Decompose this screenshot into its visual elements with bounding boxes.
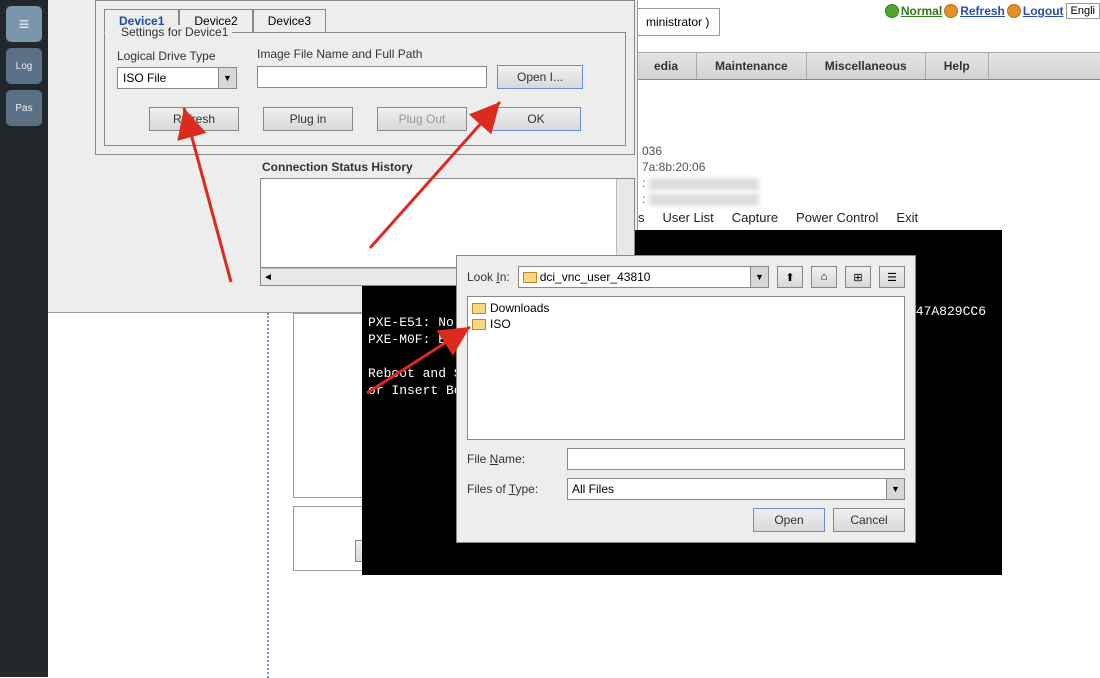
home-button[interactable]: ⌂ xyxy=(811,266,837,288)
vertical-scrollbar[interactable] xyxy=(616,179,634,267)
folder-label: ISO xyxy=(490,317,511,331)
up-folder-button[interactable]: ⬆ xyxy=(777,266,803,288)
new-folder-button[interactable]: ⊞ xyxy=(845,266,871,288)
left-sidebar: ≡ Log Pas xyxy=(0,0,48,677)
folder-icon xyxy=(472,319,486,330)
file-name-input[interactable] xyxy=(567,448,905,470)
image-path-label: Image File Name and Full Path xyxy=(257,47,613,61)
menu-media[interactable]: edia xyxy=(636,53,697,79)
folder-iso[interactable]: ISO xyxy=(472,317,900,331)
file-cancel-button[interactable]: Cancel xyxy=(833,508,905,532)
bg-panel-2 xyxy=(293,506,365,571)
open-image-button[interactable]: Open I... xyxy=(497,65,583,89)
logout-icon xyxy=(1007,4,1021,18)
file-open-dialog: Look In: dci_vnc_user_43810 ▼ ⬆ ⌂ ⊞ ☰ Do… xyxy=(456,255,916,543)
logout-link[interactable]: Logout xyxy=(1023,4,1064,18)
look-in-label: Look In: xyxy=(467,270,510,284)
secondary-menu: s User List Capture Power Control Exit xyxy=(638,210,918,225)
pas-label: Pas xyxy=(15,103,32,114)
plugin-button[interactable]: Plug in xyxy=(263,107,353,131)
bg-panel-1 xyxy=(293,313,365,498)
sec-menu-exit[interactable]: Exit xyxy=(896,210,918,225)
sec-menu-power[interactable]: Power Control xyxy=(796,210,878,225)
chevron-down-icon: ▼ xyxy=(218,68,236,88)
folder-icon xyxy=(472,303,486,314)
status-history-content xyxy=(261,179,616,267)
look-in-value: dci_vnc_user_43810 xyxy=(540,270,651,284)
administrator-box: ministrator ) xyxy=(635,8,720,36)
ok-button[interactable]: OK xyxy=(491,107,581,131)
menu-misc[interactable]: Miscellaneous xyxy=(807,53,926,79)
sidebar-icon-1[interactable]: ≡ xyxy=(6,6,42,42)
plugout-button: Plug Out xyxy=(377,107,467,131)
device-info: 036 7a:8b:20:06 : : xyxy=(642,143,759,207)
file-type-value: All Files xyxy=(572,482,614,496)
language-select[interactable]: Engli xyxy=(1066,3,1100,19)
folder-downloads[interactable]: Downloads xyxy=(472,301,900,315)
info-line2: 7a:8b:20:06 xyxy=(642,159,759,175)
header-links: Normal Refresh Logout Engli xyxy=(883,3,1100,19)
refresh-link[interactable]: Refresh xyxy=(960,4,1005,18)
list-view-button[interactable]: ☰ xyxy=(879,266,905,288)
virtual-media-dialog: Device1 Device2 Device3 Settings for Dev… xyxy=(95,0,635,155)
status-ok-icon xyxy=(885,4,899,18)
chevron-down-icon: ▼ xyxy=(886,479,904,499)
sec-menu-userlist[interactable]: User List xyxy=(663,210,714,225)
blurred-text-2 xyxy=(649,194,759,206)
dotted-separator xyxy=(267,313,269,678)
status-history-label: Connection Status History xyxy=(260,160,635,174)
folder-icon xyxy=(523,272,537,283)
log-label: Log xyxy=(16,61,33,72)
file-type-label: Files of Type: xyxy=(467,482,559,496)
look-in-combo[interactable]: dci_vnc_user_43810 ▼ xyxy=(518,266,769,288)
settings-title: Settings for Device1 xyxy=(117,25,232,39)
refresh-icon xyxy=(944,4,958,18)
chevron-down-icon: ▼ xyxy=(750,267,768,287)
refresh-button[interactable]: Refresh xyxy=(149,107,239,131)
info-line1: 036 xyxy=(642,143,759,159)
sidebar-icon-log[interactable]: Log xyxy=(6,48,42,84)
file-type-combo[interactable]: All Files ▼ xyxy=(567,478,905,500)
menu-maintenance[interactable]: Maintenance xyxy=(697,53,807,79)
settings-fieldset: Settings for Device1 Logical Drive Type … xyxy=(104,32,626,146)
file-name-label: File Name: xyxy=(467,452,559,466)
drive-type-dropdown[interactable]: ISO File ▼ xyxy=(117,67,237,89)
sec-menu-s[interactable]: s xyxy=(638,210,645,225)
doc-icon: ≡ xyxy=(19,14,30,35)
folder-label: Downloads xyxy=(490,301,549,315)
status-normal: Normal xyxy=(901,4,942,18)
menu-help[interactable]: Help xyxy=(926,53,989,79)
sidebar-icon-pas[interactable]: Pas xyxy=(6,90,42,126)
image-path-input[interactable] xyxy=(257,66,487,88)
drive-type-label: Logical Drive Type xyxy=(117,49,237,63)
drive-type-value: ISO File xyxy=(123,71,166,85)
tab-device3[interactable]: Device3 xyxy=(253,9,326,33)
sec-menu-capture[interactable]: Capture xyxy=(732,210,778,225)
file-list[interactable]: Downloads ISO xyxy=(467,296,905,440)
file-open-button[interactable]: Open xyxy=(753,508,825,532)
blurred-text-1 xyxy=(649,178,759,190)
terminal-id: 47A829CC6 xyxy=(916,304,986,319)
